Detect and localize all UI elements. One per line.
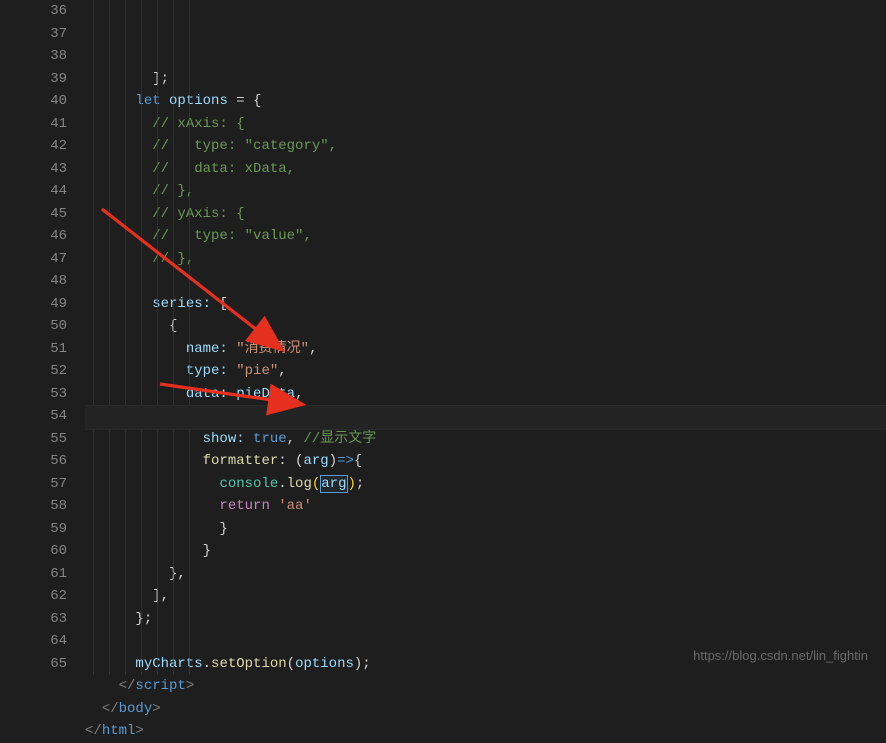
line-number: 37 [30,23,67,46]
line-number: 54 [30,405,67,428]
line-number: 39 [30,68,67,91]
code-line[interactable]: // type: "category", [85,135,886,158]
code-line[interactable]: } [85,540,886,563]
line-number: 49 [30,293,67,316]
code-line[interactable]: show: true, //显示文字 [85,428,886,451]
code-line[interactable]: </script> [85,675,886,698]
line-number: 61 [30,563,67,586]
line-number: 63 [30,608,67,631]
line-number: 44 [30,180,67,203]
line-number: 60 [30,540,67,563]
code-line[interactable]: { [85,315,886,338]
code-line[interactable]: return 'aa' [85,495,886,518]
code-line[interactable]: data: pieData, [85,383,886,406]
line-number: 52 [30,360,67,383]
line-number: 43 [30,158,67,181]
code-line[interactable]: // }, [85,180,886,203]
line-number: 46 [30,225,67,248]
line-number: 51 [30,338,67,361]
line-number: 62 [30,585,67,608]
code-line[interactable]: </html> [85,720,886,743]
code-area[interactable]: ]; let options = { // xAxis: { // type: … [85,0,886,675]
code-line[interactable]: // }, [85,248,886,271]
line-number: 58 [30,495,67,518]
code-line[interactable]: }, [85,563,886,586]
line-number: 57 [30,473,67,496]
code-line[interactable]: series: [ [85,293,886,316]
code-line[interactable]: formatter: (arg)=>{ [85,450,886,473]
code-line[interactable]: type: "pie", [85,360,886,383]
line-number: 59 [30,518,67,541]
line-number: 50 [30,315,67,338]
line-number: 56 [30,450,67,473]
line-number: 36 [30,0,67,23]
line-number-gutter: 3637383940414243444546474849505152535455… [20,0,85,675]
code-line[interactable]: ]; [85,68,886,91]
line-number: 40 [30,90,67,113]
line-number: 38 [30,45,67,68]
code-line[interactable]: console.log(arg); [85,473,886,496]
line-number: 64 [30,630,67,653]
line-number: 48 [30,270,67,293]
code-line[interactable]: name: "消费情况", [85,338,886,361]
active-line-highlight [85,405,886,430]
code-line[interactable]: </body> [85,698,886,721]
line-number: 55 [30,428,67,451]
line-number: 53 [30,383,67,406]
code-line[interactable]: // type: "value", [85,225,886,248]
line-number: 45 [30,203,67,226]
code-line[interactable]: let options = { [85,90,886,113]
code-line[interactable]: // yAxis: { [85,203,886,226]
code-line[interactable]: ], [85,585,886,608]
line-number: 41 [30,113,67,136]
editor-leftstrip [0,0,20,675]
code-line[interactable]: // data: xData, [85,158,886,181]
line-number: 47 [30,248,67,271]
code-line[interactable] [85,270,886,293]
code-line[interactable]: }; [85,608,886,631]
code-line[interactable]: // xAxis: { [85,113,886,136]
code-editor[interactable]: 3637383940414243444546474849505152535455… [0,0,886,675]
line-number: 65 [30,653,67,676]
code-line[interactable]: } [85,518,886,541]
line-number: 42 [30,135,67,158]
watermark: https://blog.csdn.net/lin_fightin [693,648,868,663]
